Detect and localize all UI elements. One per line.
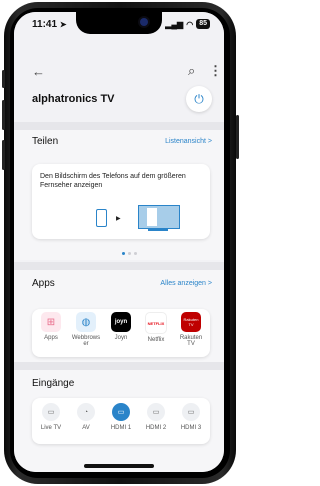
app-netflix[interactable]: NETFLIX Netflix [139,312,173,343]
tv-icon: ▭ [42,403,60,421]
screen-mirror-card[interactable]: Den Bildschirm des Telefons auf dem größ… [32,164,210,239]
app-label: Webbrows er [71,335,101,347]
netflix-logo-icon: NETFLIX [145,312,167,334]
show-all-apps-link[interactable]: Alles anzeigen > [160,280,212,287]
input-hdmi-2[interactable]: ▭ HDMI 2 [139,403,173,431]
app-screen: 11:41 ➤ ▂▄▆ ◠ 85 ← ⌕ ⋮ alphatronics TV ⏻… [14,12,224,472]
app-joyn[interactable]: joyn Joyn [104,312,138,341]
apps-row: ⊞ Apps ◍ Webbrows er joyn Joyn NETFLIX N… [32,309,210,357]
battery-icon: 85 [196,19,210,29]
page-dot-1[interactable] [122,252,125,255]
grid-icon: ⊞ [41,312,61,332]
location-icon: ➤ [59,20,67,29]
device-frame: 11:41 ➤ ▂▄▆ ◠ 85 ← ⌕ ⋮ alphatronics TV ⏻… [0,0,243,486]
input-hdmi-1[interactable]: ▭ HDMI 1 [104,403,138,431]
back-arrow-icon[interactable]: ← [32,64,45,79]
mute-switch [2,70,5,88]
globe-icon: ◍ [76,312,96,332]
status-bar: 11:41 ➤ ▂▄▆ ◠ 85 [14,16,224,34]
input-label: HDMI 1 [110,425,132,431]
app-label: Apps [44,335,58,341]
app-rakuten-tv[interactable]: Rakuten TV Rakuten TV [174,312,208,347]
input-live-tv[interactable]: ▭ Live TV [34,403,68,431]
status-icons: ▂▄▆ ◠ 85 [165,19,210,29]
home-indicator[interactable] [84,464,154,468]
app-label: Rakuten TV [179,335,203,347]
app-label: Joyn [114,335,128,341]
input-label: Live TV [40,425,62,431]
inputs-title: Eingänge [32,378,75,389]
power-side-button [236,115,239,159]
hdmi-icon: ▭ [182,403,200,421]
av-icon: ◔ [77,403,95,421]
app-label: Netflix [147,337,165,343]
page-title: alphatronics TV [32,93,115,105]
rakuten-logo-icon: Rakuten TV [181,312,201,332]
app-webbrowser[interactable]: ◍ Webbrows er [69,312,103,347]
divider [14,122,224,130]
pager-dots [122,252,137,255]
phone-illustration-icon [96,209,107,227]
wifi-icon: ◠ [186,19,194,29]
page-dot-3[interactable] [134,252,137,255]
signal-icon: ▂▄▆ [165,19,184,29]
divider [14,362,224,370]
cast-arrow-icon: ▶ [116,216,121,222]
input-av[interactable]: ◔ AV [69,403,103,431]
app-apps[interactable]: ⊞ Apps [34,312,68,341]
hdmi-icon: ▭ [112,403,130,421]
share-title: Teilen [32,136,59,147]
more-menu-icon[interactable]: ⋮ [209,63,222,79]
input-label: AV [82,425,90,431]
divider [14,262,224,270]
tv-illustration-icon [138,205,180,229]
search-icon[interactable]: ⌕ [188,63,195,79]
card-description: Den Bildschirm des Telefons auf dem größ… [40,173,186,189]
power-button[interactable]: ⏻ [186,86,212,112]
status-time: 11:41 ➤ [32,19,67,30]
page-dot-2[interactable] [128,252,131,255]
input-hdmi-3[interactable]: ▭ HDMI 3 [174,403,208,431]
volume-down-button [2,140,5,170]
volume-up-button [2,100,5,130]
tv-stand [148,228,168,231]
apps-title: Apps [32,278,55,289]
list-view-link[interactable]: Listenansicht > [165,138,212,145]
hdmi-icon: ▭ [147,403,165,421]
inputs-row: ▭ Live TV ◔ AV ▭ HDMI 1 ▭ HDMI 2 ▭ HDMI … [32,398,210,444]
input-label: HDMI 2 [145,425,167,431]
input-label: HDMI 3 [180,425,202,431]
power-icon: ⏻ [194,91,204,106]
joyn-logo-icon: joyn [111,312,131,332]
